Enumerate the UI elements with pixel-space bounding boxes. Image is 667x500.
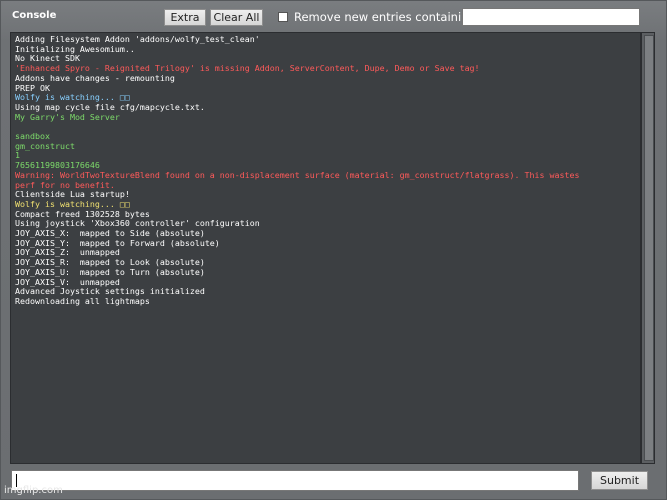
command-input[interactable] [11, 470, 579, 491]
console-line: My Garry's Mod Server [15, 111, 120, 122]
console-scrollbar[interactable] [641, 32, 655, 464]
console-line: gm_construct [15, 140, 75, 151]
remove-entries-checkbox[interactable] [278, 12, 288, 22]
remove-entries-label: Remove new entries containing: [294, 10, 480, 24]
console-output[interactable]: Adding Filesystem Addon 'addons/wolfy_te… [10, 32, 641, 464]
imgflip-watermark: imgflip.com [4, 485, 63, 496]
console-line: Initializing Awesomium.. [15, 43, 135, 54]
clear-all-button[interactable]: Clear All [210, 9, 263, 26]
scrollbar-thumb[interactable] [644, 35, 654, 461]
console-line: Redownloading all lightmaps [15, 295, 150, 306]
window-title: Console [12, 10, 57, 21]
console-line: Addons have changes - remounting [15, 72, 175, 83]
filter-input[interactable] [462, 8, 640, 26]
console-line: 1 [15, 150, 20, 161]
submit-button[interactable]: Submit [591, 471, 648, 490]
extra-button[interactable]: Extra [164, 9, 206, 26]
console-line: sandbox [15, 131, 50, 142]
console-window: Console Extra Clear All Remove new entri… [0, 0, 667, 500]
